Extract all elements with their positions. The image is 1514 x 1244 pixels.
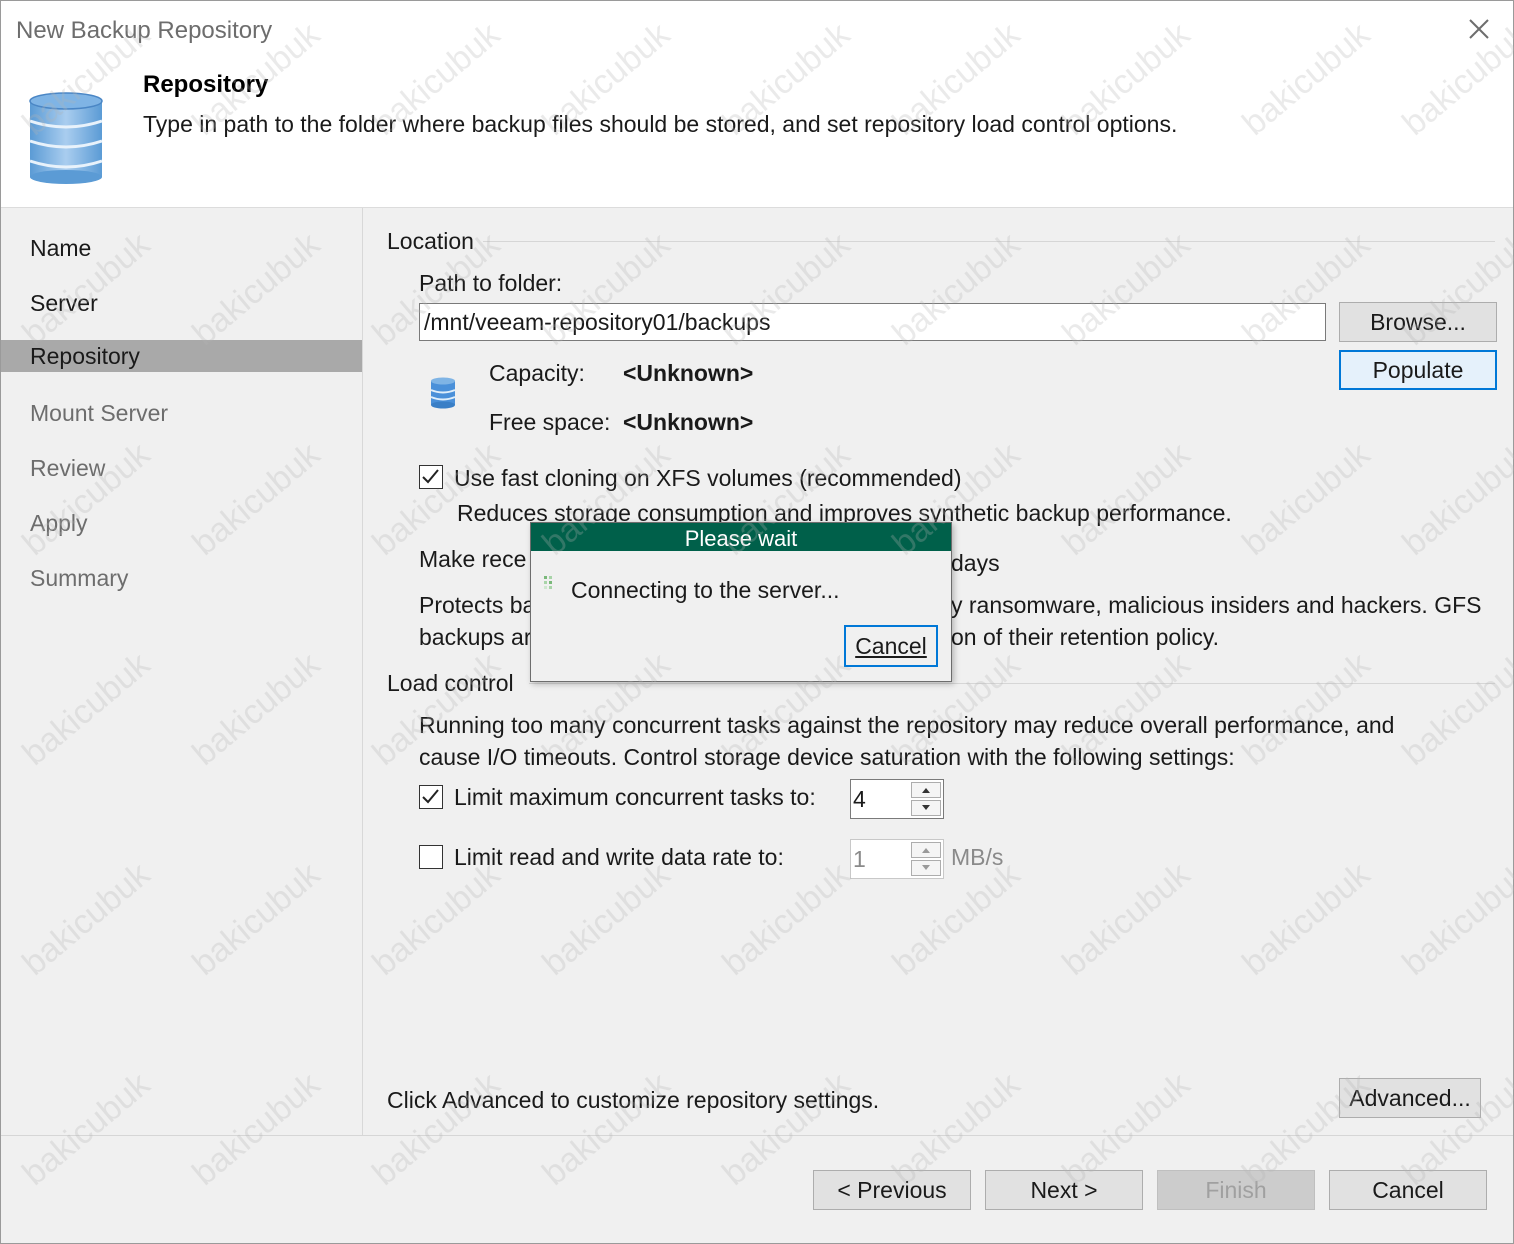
free-space-value: <Unknown> [623, 409, 754, 435]
previous-button[interactable]: < Previous [813, 1170, 971, 1210]
protects-text-line2-left: backups ar [419, 624, 532, 650]
path-label: Path to folder: [419, 270, 563, 296]
nav-item-apply[interactable]: Apply [1, 507, 362, 539]
location-divider [483, 241, 1495, 242]
close-icon [1469, 19, 1489, 39]
limit-tasks-label[interactable]: Limit maximum concurrent tasks to: [454, 784, 816, 811]
limit-rate-stepper[interactable]: 1 [850, 839, 944, 879]
nav-item-name[interactable]: Name [1, 232, 362, 264]
limit-tasks-checkbox[interactable] [419, 785, 443, 809]
wizard-footer: < Previous Next > Finish Cancel [1, 1135, 1513, 1243]
close-button[interactable] [1459, 13, 1499, 49]
advanced-hint: Click Advanced to customize repository s… [387, 1087, 880, 1113]
immutable-label: Make rece [419, 546, 527, 572]
protects-text-line1-right: y ransomware, malicious insiders and hac… [951, 592, 1482, 618]
limit-rate-up-button[interactable] [911, 842, 941, 858]
browse-button[interactable]: Browse... [1339, 302, 1497, 342]
step-description: Type in path to the folder where backup … [143, 111, 1178, 137]
chevron-down-icon [922, 805, 930, 810]
advanced-button[interactable]: Advanced... [1339, 1078, 1481, 1118]
load-control-section-label: Load control [387, 670, 514, 696]
step-title: Repository [143, 71, 269, 98]
limit-tasks-value[interactable]: 4 [853, 782, 866, 816]
capacity-value: <Unknown> [623, 360, 754, 386]
protects-text-line1-left: Protects ba [419, 592, 536, 618]
capacity-label: Capacity: [489, 360, 585, 386]
limit-tasks-up-button[interactable] [911, 782, 941, 798]
step-header: Repository Type in path to the folder wh… [1, 61, 1513, 208]
nav-item-summary[interactable]: Summary [1, 562, 362, 594]
limit-rate-checkbox[interactable] [419, 845, 443, 869]
wizard-window: New Backup Repository Repository Type in… [0, 0, 1514, 1244]
please-wait-dialog: Please wait Connecting to the server... … [530, 522, 952, 682]
protects-text-line2-right: on of their retention policy. [951, 624, 1220, 650]
limit-tasks-down-button[interactable] [911, 800, 941, 816]
nav-item-server[interactable]: Server [1, 287, 362, 319]
limit-tasks-stepper[interactable]: 4 [850, 779, 944, 819]
finish-button[interactable]: Finish [1157, 1170, 1315, 1210]
nav-item-mount-server[interactable]: Mount Server [1, 397, 362, 429]
path-input[interactable]: /mnt/veeam-repository01/backups [419, 303, 1326, 341]
cancel-button[interactable]: Cancel [1329, 1170, 1487, 1210]
limit-rate-label[interactable]: Limit read and write data rate to: [454, 844, 784, 871]
title-bar: New Backup Repository [1, 1, 1513, 61]
please-wait-title: Please wait [531, 523, 951, 551]
limit-rate-unit: MB/s [951, 844, 1004, 870]
nav-item-repository[interactable]: Repository [1, 340, 362, 372]
load-control-divider [529, 683, 1495, 684]
wizard-steps-nav: Name Server Repository Mount Server Revi… [1, 208, 363, 1135]
please-wait-cancel-button[interactable]: Cancel [844, 625, 938, 667]
limit-rate-down-button[interactable] [911, 860, 941, 876]
please-wait-message: Connecting to the server... [571, 577, 840, 603]
checkmark-icon [422, 469, 439, 484]
nav-item-review[interactable]: Review [1, 452, 362, 484]
chevron-down-icon [922, 865, 930, 870]
database-icon [27, 91, 107, 190]
window-title: New Backup Repository [16, 17, 273, 44]
populate-button[interactable]: Populate [1339, 350, 1497, 390]
chevron-up-icon [922, 788, 930, 793]
load-control-desc-line1: Running too many concurrent tasks agains… [419, 712, 1395, 738]
checkmark-icon [422, 789, 439, 804]
next-button[interactable]: Next > [985, 1170, 1143, 1210]
load-control-desc-line2: cause I/O timeouts. Control storage devi… [419, 744, 1235, 770]
free-space-label: Free space: [489, 409, 611, 435]
chevron-up-icon [922, 848, 930, 853]
fast-clone-label[interactable]: Use fast cloning on XFS volumes (recomme… [454, 465, 962, 492]
spinner-icon [543, 575, 559, 596]
limit-rate-value[interactable]: 1 [853, 842, 866, 876]
storage-icon [429, 376, 457, 415]
fast-clone-checkbox[interactable] [419, 465, 443, 489]
immutable-days-suffix: days [951, 550, 1000, 576]
location-section-label: Location [387, 228, 474, 254]
